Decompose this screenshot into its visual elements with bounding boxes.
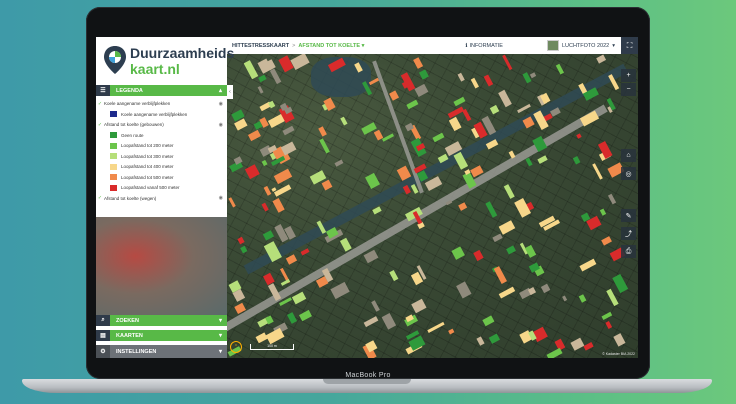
legend-label: Afstand tot koelte (gebouwen) (104, 122, 164, 127)
print-icon: ⎙ (625, 247, 632, 255)
legend-group[interactable]: ✓ Afstand tot koelte (gebouwen) ◉ (96, 120, 227, 129)
legend-swatch (110, 184, 117, 191)
fullscreen-button[interactable]: ⛶ (621, 37, 638, 54)
scale-bar: 100 m (250, 344, 294, 350)
north-arrow-icon: ⌃ (233, 344, 239, 350)
pencil-icon: ✎ (625, 212, 632, 220)
check-icon[interactable]: ✓ (96, 122, 104, 128)
chevron-down-icon: ▾ (218, 318, 222, 324)
legend-label: Loopafstand tot 500 meter (121, 174, 174, 180)
gear-icon: ⚙ (96, 345, 110, 358)
menu-kaarten-label: KAARTEN (116, 332, 143, 339)
legend-swatch (110, 174, 117, 180)
legend-swatch (110, 132, 117, 138)
share-button[interactable]: ⤴ (621, 227, 636, 240)
zoom-out-button[interactable]: − (621, 83, 636, 96)
minus-icon: − (626, 86, 631, 93)
info-button[interactable]: ℹ INFORMATIE (465, 43, 503, 49)
attribution: © Kadaster BIA 2022 (602, 352, 635, 356)
visibility-icon[interactable]: ◉ (219, 122, 223, 128)
legend-group[interactable]: ✓ Afstand tot koelte (wegen) ◉ (96, 194, 227, 203)
legend-label: Koele aangename verblijfplekken (121, 111, 188, 117)
legend-swatch (110, 153, 117, 159)
menu-instellingen[interactable]: ⚙ INSTELLINGEN ▾ (96, 345, 227, 358)
legend-item[interactable]: Koele aangename verblijfplekken (96, 110, 227, 119)
print-button[interactable]: ⎙ (621, 245, 636, 258)
chevron-left-icon: ‹ (229, 89, 231, 95)
screen: HITTESTRESSKAART > AFSTAND TOT KOELTE ▾ … (96, 37, 638, 358)
legend-group[interactable]: ✓ Koele aangename verblijfplekken ◉ (96, 99, 227, 108)
visibility-icon[interactable]: ◉ (219, 195, 223, 201)
legend-swatch (110, 111, 117, 117)
info-icon: ℹ (465, 42, 468, 49)
map-preview (96, 217, 227, 315)
legend-label: Loopafstand tot 200 meter (121, 143, 174, 148)
menu-zoeken-label: ZOEKEN (116, 317, 139, 324)
legend-label: Geen route (121, 132, 144, 138)
chevron-up-icon: ▴ (218, 88, 222, 94)
device-label: MacBook Pro (345, 372, 391, 379)
laptop-notch (323, 379, 411, 384)
scale-label: 100 m (267, 344, 277, 348)
legend-swatch (110, 142, 117, 149)
topbar: HITTESTRESSKAART > AFSTAND TOT KOELTE ▾ … (227, 37, 638, 54)
collapse-sidebar-button[interactable]: ‹ (227, 85, 233, 99)
basemap-thumbnail (546, 40, 559, 51)
fullscreen-icon: ⛶ (626, 40, 633, 50)
canal (243, 63, 629, 275)
chevron-down-icon: ▾ (218, 333, 222, 339)
menu-kaarten[interactable]: ▤ KAARTEN ▾ (96, 330, 227, 341)
legend-item[interactable]: Loopafstand tot 200 meter (96, 141, 227, 150)
legend-item[interactable]: Loopafstand vanaf 500 meter (96, 183, 227, 192)
legend-item[interactable]: Loopafstand tot 500 meter (96, 173, 227, 182)
map-title[interactable]: HITTESTRESSKAART (232, 43, 289, 49)
logo-pin-icon (104, 46, 126, 74)
map-icon: ▤ (96, 330, 110, 341)
chevron-down-icon: ▾ (361, 42, 365, 49)
layer-dropdown-label: AFSTAND TOT KOELTE (298, 42, 361, 49)
search-icon: ⌕ (96, 315, 110, 326)
chevron-down-icon: ▾ (218, 349, 222, 355)
home-icon: ⌂ (626, 152, 631, 159)
chevron-down-icon: ▾ (612, 42, 615, 49)
legend-swatch (110, 163, 117, 170)
list-icon: ☰ (96, 85, 110, 96)
legend-header[interactable]: ☰ LEGENDA ▴ (96, 85, 227, 96)
basemap-selector[interactable]: LUCHTFOTO 2022 ▾ (546, 40, 615, 51)
share-icon: ⤴ (625, 230, 632, 238)
home-button[interactable]: ⌂ (621, 149, 636, 162)
visibility-icon[interactable]: ◉ (219, 101, 223, 107)
legend-title: LEGENDA (116, 87, 143, 94)
target-icon: ◎ (625, 170, 632, 178)
basemap-label: LUCHTFOTO 2022 (561, 42, 610, 49)
legend-label: Koele aangename verblijfplekken (104, 101, 171, 106)
logo[interactable]: Duurzaamheids kaart.nl (102, 43, 234, 85)
check-icon[interactable]: ✓ (96, 101, 104, 107)
layer-dropdown[interactable]: AFSTAND TOT KOELTE ▾ (298, 43, 364, 49)
zoom-in-button[interactable]: + (621, 69, 636, 82)
plus-icon: + (626, 72, 631, 79)
legend-item[interactable]: Loopafstand tot 300 meter (96, 152, 227, 161)
legend-label: Loopafstand tot 400 meter (121, 164, 174, 169)
locate-button[interactable]: ◎ (621, 167, 636, 180)
check-icon[interactable]: ✓ (96, 195, 104, 201)
info-label: INFORMATIE (469, 42, 503, 49)
logo-text-line2: kaart.nl (130, 61, 180, 77)
sidebar: Duurzaamheids kaart.nl ☰ LEGENDA ▴ ✓ Koel… (96, 37, 234, 358)
compass[interactable]: ⌃ (230, 341, 242, 353)
logo-text-line1: Duurzaamheids (130, 45, 235, 61)
legend-item[interactable]: Loopafstand tot 400 meter (96, 162, 227, 171)
draw-button[interactable]: ✎ (621, 209, 636, 222)
menu-instellingen-label: INSTELLINGEN (116, 348, 157, 355)
legend-item[interactable]: Geen route (96, 131, 227, 140)
legend-label: Afstand tot koelte (wegen) (104, 195, 157, 201)
legend-label: Loopafstand vanaf 500 meter (121, 185, 180, 190)
legend-label: Loopafstand tot 300 meter (121, 153, 174, 159)
menu-zoeken[interactable]: ⌕ ZOEKEN ▾ (96, 315, 227, 326)
breadcrumb-separator: > (292, 42, 296, 49)
